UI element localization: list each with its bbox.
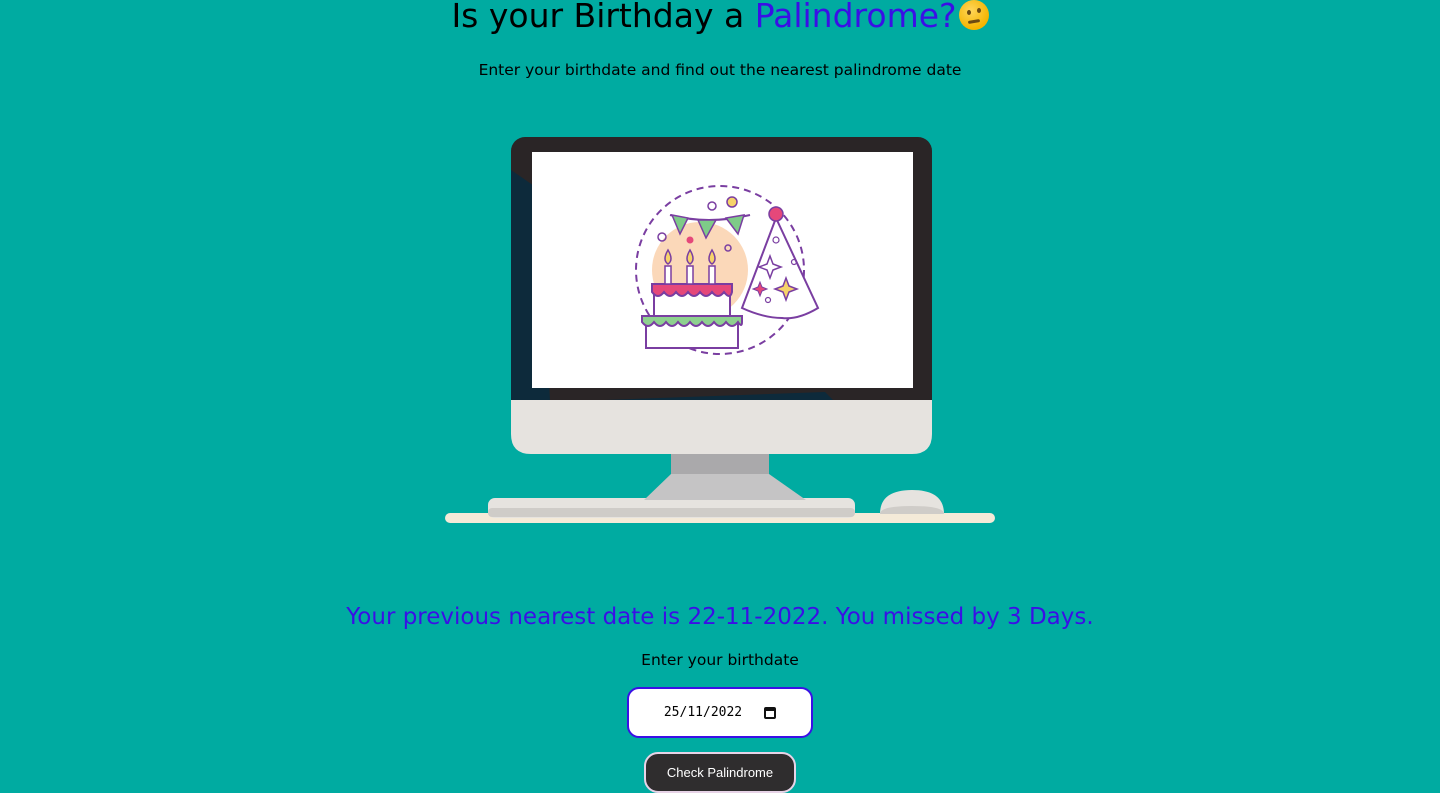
result-message: Your previous nearest date is 22-11-2022… bbox=[346, 604, 1094, 630]
page-subtitle: Enter your birthdate and find out the ne… bbox=[478, 61, 962, 79]
check-palindrome-button[interactable]: Check Palindrome bbox=[644, 752, 796, 793]
monitor-stand-neck bbox=[671, 452, 769, 474]
calendar-icon[interactable] bbox=[764, 706, 777, 719]
title-prefix: Is your Birthday a bbox=[451, 0, 755, 35]
birthdate-value: 25/11/2022 bbox=[663, 705, 743, 720]
thinking-face-icon bbox=[958, 0, 989, 30]
birthdate-label: Enter your birthdate bbox=[641, 651, 799, 669]
monitor-chin bbox=[511, 400, 932, 454]
page: Is your Birthday a Palindrome? Enter you… bbox=[0, 0, 1440, 793]
title-accent: Palindrome? bbox=[754, 0, 957, 35]
page-title: Is your Birthday a Palindrome? bbox=[0, 0, 1440, 38]
monitor-stand-base bbox=[644, 474, 806, 500]
birthday-computer-illustration bbox=[445, 137, 995, 523]
birthdate-input[interactable]: 25/11/2022 bbox=[627, 687, 813, 738]
